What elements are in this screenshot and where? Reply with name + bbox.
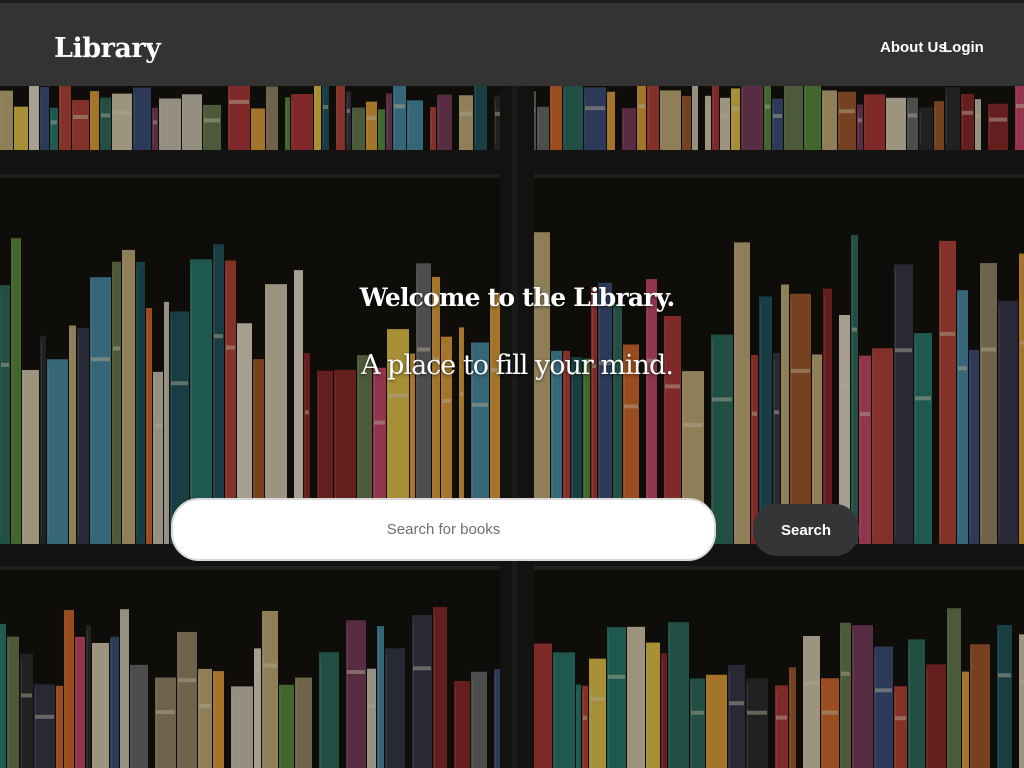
hero-section: Welcome to the Library. A place to fill … (0, 86, 1024, 768)
hero-subtitle: A place to fill your mind. (361, 350, 674, 381)
search-input[interactable] (171, 498, 716, 561)
brand-logo[interactable]: Library (54, 33, 161, 64)
hero-overlay (0, 86, 1024, 768)
login-link[interactable]: Login (943, 39, 984, 56)
navbar: Library About Us Login (0, 0, 1024, 86)
hero-title: Welcome to the Library. (359, 283, 676, 312)
about-us-link[interactable]: About Us (880, 39, 947, 56)
search-button[interactable]: Search (753, 504, 859, 556)
